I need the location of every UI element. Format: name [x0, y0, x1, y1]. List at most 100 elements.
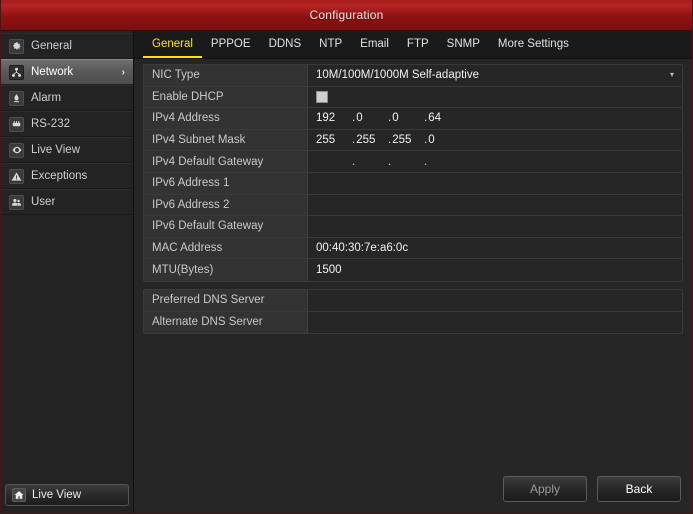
- row-enable-dhcp: Enable DHCP: [144, 86, 682, 109]
- live-view-button[interactable]: Live View: [5, 484, 129, 506]
- nic-type-value: 10M/100M/1000M Self-adaptive: [316, 69, 480, 82]
- row-ipv6-address-1: IPv6 Address 1: [144, 172, 682, 195]
- row-ipv4-default-gateway: IPv4 Default Gateway . . .: [144, 151, 682, 173]
- dns-group: Preferred DNS Server Alternate DNS Serve…: [143, 288, 683, 335]
- ipv6-address-1-value[interactable]: [308, 172, 682, 194]
- enable-dhcp-label: Enable DHCP: [144, 86, 308, 108]
- ipv4-octet-1[interactable]: 192: [316, 112, 352, 124]
- title-bar: Configuration: [1, 0, 692, 31]
- alarm-icon: [9, 90, 24, 106]
- ipv4-subnet-mask-value: 255 .255 .255 .0: [308, 129, 682, 151]
- subnet-octet-4-value: 0: [428, 134, 435, 147]
- enable-dhcp-checkbox[interactable]: [316, 90, 328, 103]
- mtu-value[interactable]: 1500: [308, 259, 682, 281]
- preferred-dns-value[interactable]: [308, 289, 682, 311]
- row-alternate-dns: Alternate DNS Server: [144, 311, 682, 334]
- row-ipv4-subnet-mask: IPv4 Subnet Mask 255 .255 .255 .0: [144, 129, 682, 152]
- subnet-octet-4[interactable]: .0: [424, 134, 460, 146]
- mac-address-value: 00:40:30:7e:a6:0c: [308, 237, 682, 259]
- row-mtu: MTU(Bytes) 1500: [144, 259, 682, 281]
- row-ipv6-default-gateway: IPv6 Default Gateway: [144, 216, 682, 238]
- tab-more-settings[interactable]: More Settings: [489, 32, 578, 58]
- serial-icon: [9, 116, 24, 132]
- ipv4-address-value: 192 .0 .0 .64: [308, 108, 682, 129]
- ipv4-address-label: IPv4 Address: [144, 108, 308, 129]
- mac-address-label: MAC Address: [144, 237, 308, 259]
- ipv6-default-gateway-label: IPv6 Default Gateway: [144, 216, 308, 237]
- ipv6-address-1-label: IPv6 Address 1: [144, 172, 308, 194]
- subnet-octet-3[interactable]: .255: [388, 134, 424, 146]
- row-nic-type: NIC Type 10M/100M/1000M Self-adaptive ▾: [144, 65, 682, 87]
- gear-icon: [9, 38, 24, 54]
- mtu-label: MTU(Bytes): [144, 259, 308, 281]
- ipv6-default-gateway-value[interactable]: [308, 216, 682, 237]
- ipv4-default-gateway-label: IPv4 Default Gateway: [144, 151, 308, 172]
- gateway-octet-3[interactable]: .: [388, 156, 424, 168]
- sidebar-item-label: Live View: [31, 144, 81, 156]
- network-primary-group: NIC Type 10M/100M/1000M Self-adaptive ▾ …: [143, 64, 683, 282]
- tab-pppoe[interactable]: PPPOE: [202, 32, 260, 58]
- sidebar-item-label: Alarm: [31, 92, 62, 104]
- nic-type-select[interactable]: 10M/100M/1000M Self-adaptive ▾: [308, 65, 682, 86]
- sidebar-item-list: General Network › Alarm RS-232 Live View…: [1, 31, 133, 478]
- ipv4-subnet-mask-label: IPv4 Subnet Mask: [144, 129, 308, 151]
- ipv4-octet-4[interactable]: .64: [424, 112, 460, 124]
- ipv4-octet-2[interactable]: .0: [352, 112, 388, 124]
- ipv4-subnet-input-group: 255 .255 .255 .0: [316, 134, 460, 146]
- sidebar: General Network › Alarm RS-232 Live View…: [1, 31, 134, 513]
- ipv6-address-2-label: IPv6 Address 2: [144, 194, 308, 216]
- network-icon: [9, 64, 24, 80]
- tab-ddns[interactable]: DDNS: [260, 32, 311, 58]
- tab-snmp[interactable]: SNMP: [438, 32, 489, 58]
- sidebar-item-user[interactable]: User: [1, 189, 133, 215]
- footer-bar: Apply Back: [134, 476, 692, 513]
- warning-icon: [9, 168, 24, 184]
- subnet-octet-2[interactable]: .255: [352, 134, 388, 146]
- sidebar-item-network[interactable]: Network ›: [1, 59, 133, 85]
- live-view-button-label: Live View: [32, 489, 82, 501]
- sidebar-item-label: General: [31, 40, 72, 52]
- sidebar-item-label: User: [31, 196, 56, 208]
- eye-icon: [9, 142, 24, 158]
- sidebar-item-label: Exceptions: [31, 170, 88, 182]
- content-panel: General PPPOE DDNS NTP Email FTP SNMP Mo…: [134, 31, 692, 513]
- subnet-octet-3-value: 255: [392, 134, 412, 147]
- chevron-down-icon: ▾: [669, 70, 674, 80]
- apply-button[interactable]: Apply: [503, 476, 587, 502]
- sidebar-item-live-view[interactable]: Live View: [1, 137, 133, 163]
- sidebar-item-exceptions[interactable]: Exceptions: [1, 163, 133, 189]
- sidebar-item-alarm[interactable]: Alarm: [1, 85, 133, 111]
- ipv4-octet-3[interactable]: .0: [388, 112, 424, 124]
- sidebar-item-rs232[interactable]: RS-232: [1, 111, 133, 137]
- ipv4-gateway-input-group: . . .: [316, 156, 460, 168]
- alternate-dns-value[interactable]: [308, 311, 682, 334]
- network-settings-form: NIC Type 10M/100M/1000M Self-adaptive ▾ …: [134, 59, 692, 476]
- alternate-dns-label: Alternate DNS Server: [144, 311, 308, 334]
- enable-dhcp-value: [308, 86, 682, 108]
- row-ipv4-address: IPv4 Address 192 .0 .0 .64: [144, 108, 682, 130]
- users-icon: [9, 194, 24, 210]
- back-button[interactable]: Back: [597, 476, 681, 502]
- subnet-octet-1[interactable]: 255: [316, 134, 352, 146]
- row-ipv6-address-2: IPv6 Address 2: [144, 194, 682, 217]
- row-mac-address: MAC Address 00:40:30:7e:a6:0c: [144, 237, 682, 260]
- ipv4-default-gateway-value: . . .: [308, 151, 682, 172]
- live-view-button-wrap: Live View: [1, 478, 133, 513]
- configuration-window: Configuration General Network › Alarm RS…: [0, 0, 693, 514]
- gateway-octet-4[interactable]: .: [424, 156, 460, 168]
- tab-email[interactable]: Email: [351, 32, 398, 58]
- tab-general[interactable]: General: [143, 32, 202, 58]
- ipv4-address-input-group: 192 .0 .0 .64: [316, 112, 460, 124]
- preferred-dns-label: Preferred DNS Server: [144, 289, 308, 311]
- tab-ntp[interactable]: NTP: [310, 32, 351, 58]
- sidebar-item-general[interactable]: General: [1, 33, 133, 59]
- ipv4-octet-2-value: 0: [356, 112, 363, 125]
- chevron-right-icon: ›: [121, 66, 125, 78]
- sidebar-item-label: RS-232: [31, 118, 70, 130]
- nic-type-label: NIC Type: [144, 65, 308, 86]
- ipv4-octet-4-value: 64: [428, 112, 441, 125]
- tab-ftp[interactable]: FTP: [398, 32, 438, 58]
- ipv6-address-2-value[interactable]: [308, 194, 682, 216]
- window-title: Configuration: [309, 8, 384, 22]
- gateway-octet-2[interactable]: .: [352, 156, 388, 168]
